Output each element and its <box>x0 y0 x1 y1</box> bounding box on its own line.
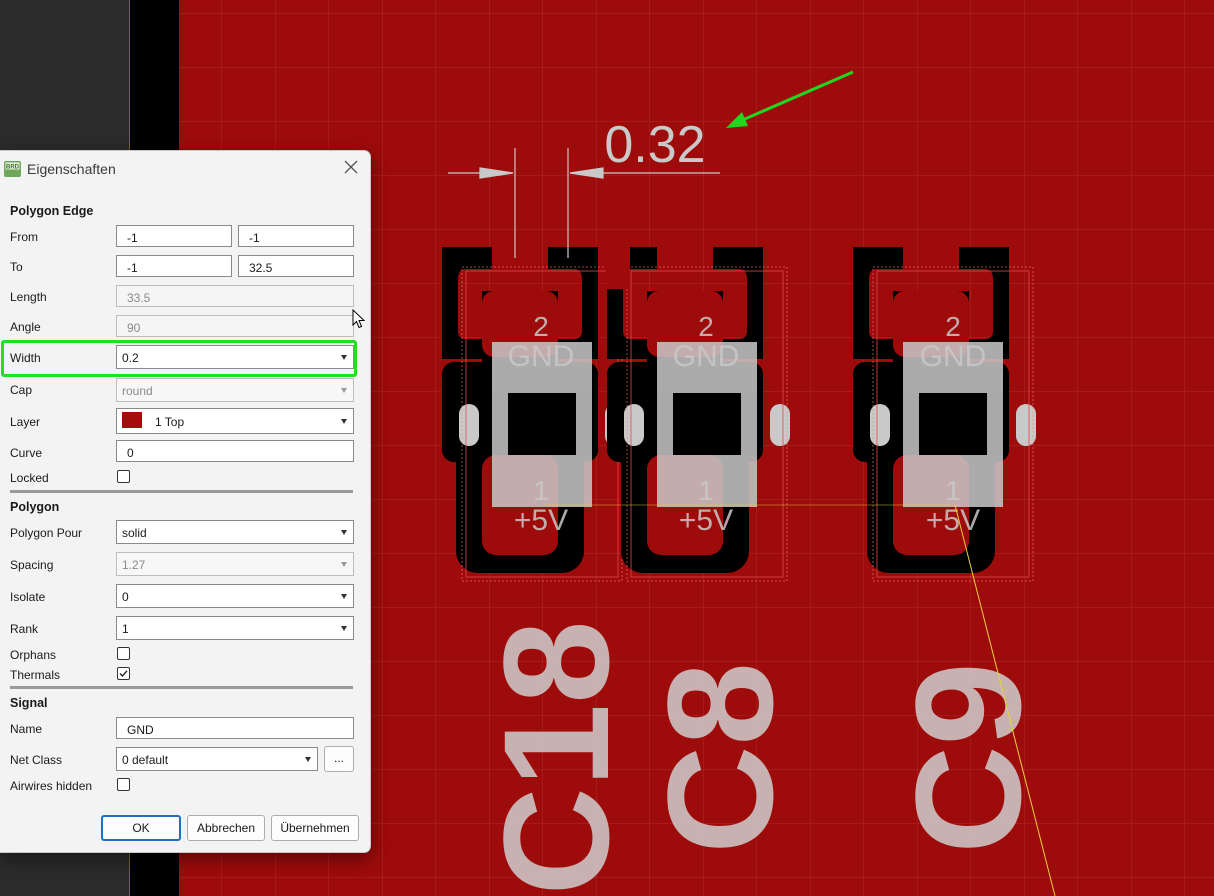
apply-button[interactable]: Übernehmen <box>271 815 359 841</box>
airwires-hidden-checkbox[interactable] <box>117 778 130 791</box>
close-icon[interactable] <box>342 158 360 176</box>
polygon-pour-select[interactable]: solid <box>116 520 354 544</box>
width-highlight-box <box>1 340 357 377</box>
pad-net-c8-bottom: +5V <box>679 504 733 537</box>
ok-button[interactable]: OK <box>101 815 181 841</box>
to-label: To <box>10 260 23 274</box>
pad-net-c9-bottom: +5V <box>926 504 980 537</box>
to-x-input[interactable]: -1 <box>116 255 232 277</box>
spacing-value: 1.27 <box>122 558 146 572</box>
divider <box>10 686 353 689</box>
pad-number-c9-top: 2 <box>945 311 961 342</box>
isolate-value: 0 <box>122 590 129 604</box>
isolate-select[interactable]: 0 <box>116 584 354 608</box>
name-label: Name <box>10 722 43 736</box>
chevron-down-icon <box>341 594 347 599</box>
pad-number-c8-top: 2 <box>698 311 714 342</box>
chevron-down-icon <box>305 757 311 762</box>
rank-label: Rank <box>10 622 39 636</box>
dimension-value: 0.32 <box>604 116 705 174</box>
curve-input[interactable]: 0 <box>116 440 354 462</box>
net-class-select[interactable]: 0 default <box>116 747 318 771</box>
silk-ref-c18: C18 <box>472 620 640 895</box>
chevron-down-icon <box>341 626 347 631</box>
curve-label: Curve <box>10 446 43 460</box>
pad-number-c9-bottom: 1 <box>945 475 961 506</box>
section-polygon: Polygon <box>10 500 60 514</box>
net-class-more-button[interactable]: ... <box>324 746 354 772</box>
pad-number-c8-bottom: 1 <box>698 475 714 506</box>
dialog-title: Eigenschaften <box>27 161 116 177</box>
cancel-button[interactable]: Abbrechen <box>187 815 265 841</box>
airwires-hidden-label: Airwires hidden <box>10 779 93 793</box>
svg-text:BRD: BRD <box>6 165 20 171</box>
signal-name-input[interactable]: GND <box>116 717 354 739</box>
locked-checkbox[interactable] <box>117 470 130 483</box>
thermals-checkbox[interactable] <box>117 667 130 680</box>
pad-net-c18-bottom: +5V <box>514 504 568 537</box>
from-label: From <box>10 230 38 244</box>
layer-label: Layer <box>10 415 41 429</box>
rank-select[interactable]: 1 <box>116 616 354 640</box>
net-class-value: 0 default <box>122 753 169 767</box>
pad-net-c8-top: GND <box>673 340 740 373</box>
layer-value: 1 Top <box>155 415 185 429</box>
pad-net-c9-top: GND <box>920 340 987 373</box>
properties-dialog: BRD Eigenschaften Polygon Edge From -1 -… <box>0 150 371 853</box>
orphans-checkbox[interactable] <box>117 647 130 660</box>
angle-input: 90 <box>116 315 354 337</box>
polygon-pour-value: solid <box>122 526 147 540</box>
eagle-brd-icon: BRD <box>4 161 21 177</box>
rank-value: 1 <box>122 622 129 636</box>
locked-label: Locked <box>10 471 49 485</box>
layer-color-swatch <box>122 412 142 428</box>
section-signal: Signal <box>10 696 48 710</box>
chevron-down-icon <box>341 419 347 424</box>
polygon-pour-label: Polygon Pour <box>10 526 83 540</box>
cap-value: round <box>122 384 153 398</box>
isolate-label: Isolate <box>10 590 46 604</box>
angle-label: Angle <box>10 320 41 334</box>
spacing-label: Spacing <box>10 558 54 572</box>
from-x-input[interactable]: -1 <box>116 225 232 247</box>
pad-net-c18-top: GND <box>508 340 575 373</box>
chevron-down-icon <box>341 388 347 393</box>
pad-number-c18-top: 2 <box>533 311 549 342</box>
divider <box>10 490 353 493</box>
silk-ref-c8: C8 <box>636 662 804 854</box>
checkmark-icon <box>119 670 128 678</box>
dialog-titlebar[interactable]: BRD Eigenschaften <box>0 151 370 185</box>
orphans-label: Orphans <box>10 648 57 662</box>
mouse-cursor-icon <box>352 309 366 329</box>
length-label: Length <box>10 290 47 304</box>
cap-label: Cap <box>10 383 33 397</box>
spacing-select: 1.27 <box>116 552 354 576</box>
from-y-input[interactable]: -1 <box>238 225 354 247</box>
thermals-label: Thermals <box>10 668 61 682</box>
chevron-down-icon <box>341 530 347 535</box>
section-polygon-edge: Polygon Edge <box>10 204 94 218</box>
length-input: 33.5 <box>116 285 354 307</box>
silk-ref-c9: C9 <box>884 662 1052 854</box>
to-y-input[interactable]: 32.5 <box>238 255 354 277</box>
pad-number-c18-bottom: 1 <box>533 475 549 506</box>
net-class-label: Net Class <box>10 753 63 767</box>
chevron-down-icon <box>341 562 347 567</box>
cap-select: round <box>116 378 354 402</box>
layer-select[interactable]: 1 Top <box>116 408 354 434</box>
